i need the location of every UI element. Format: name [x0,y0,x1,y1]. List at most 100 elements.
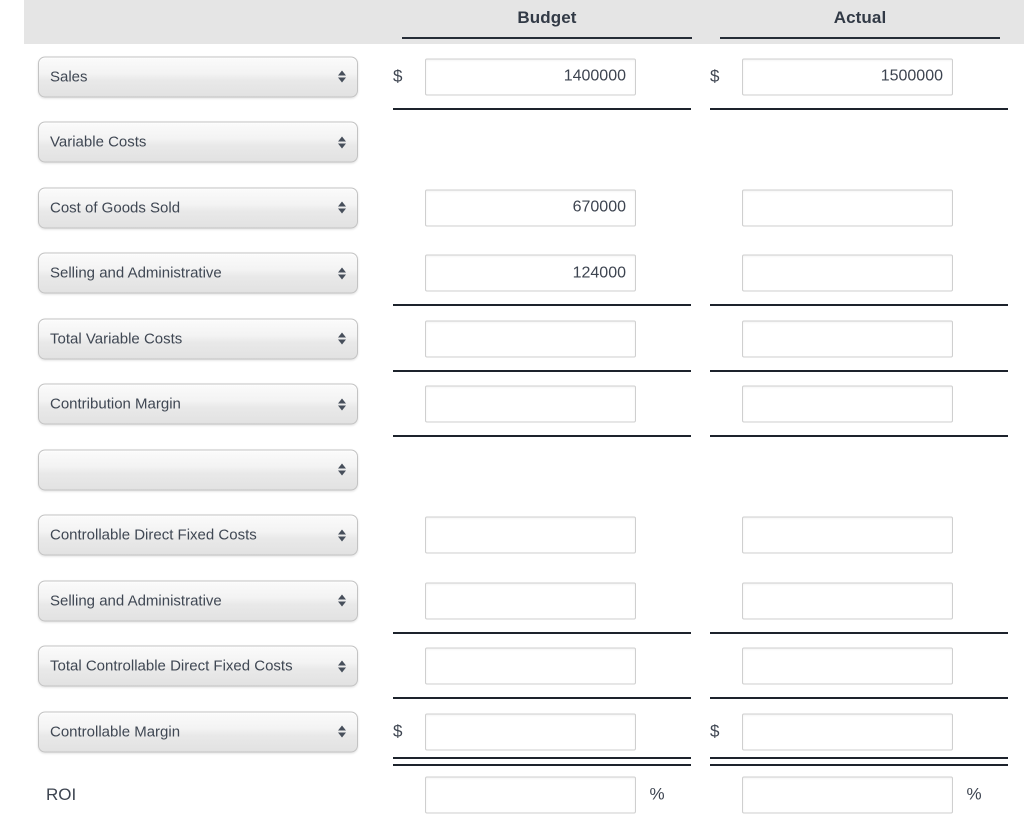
account-select-value: Total Variable Costs [50,330,183,348]
chevron-down-icon [337,339,346,345]
table-row: Cost of Goods Sold $% $% [0,175,1024,241]
actual-input-contribution-margin[interactable] [742,385,953,423]
column-header-budget-rule [402,37,692,39]
budget-cell-cost-of-goods-sold: $% [393,189,674,227]
actual-cell-selling-and-administrative-variable: $% [710,254,991,292]
budget-input-controllable-margin[interactable] [425,713,636,751]
account-select-total-variable-costs[interactable]: Total Variable Costs [38,318,358,360]
budget-cell-selling-and-administrative-variable: $% [393,254,674,292]
actual-cell-contribution-margin: $% [710,385,991,423]
actual-input-roi[interactable] [742,776,953,813]
table-row: Controllable Direct Fixed Costs $% $% [0,503,1024,569]
table-row: Variable Costs [0,110,1024,176]
budget-cell-total-controllable-direct-fixed-costs: $% [393,647,674,685]
budget-input-total-controllable-direct-fixed-costs[interactable] [425,647,636,685]
currency-symbol: $ [710,721,720,741]
chevron-updown-icon [337,657,346,675]
chevron-down-icon [337,208,346,214]
chevron-down-icon [337,536,346,542]
budget-input-roi[interactable] [425,776,636,813]
actual-input-total-controllable-direct-fixed-costs[interactable] [742,647,953,685]
account-select-selling-and-administrative-variable[interactable]: Selling and Administrative [38,252,358,294]
chevron-down-icon [337,601,346,607]
chevron-up-icon [337,201,346,207]
row-label-cell-selling-and-administrative-fixed: Selling and Administrative [38,580,358,622]
budget-input-controllable-direct-fixed-costs[interactable] [425,516,636,554]
table-row: Controllable Margin $% $% [0,699,1024,766]
budget-input-selling-and-administrative-fixed[interactable] [425,582,636,620]
table-row: Total Controllable Direct Fixed Costs $% $… [0,634,1024,699]
column-header-budget-label: Budget [517,8,577,27]
row-label-cell-contribution-margin: Contribution Margin [38,383,358,425]
budget-input-cost-of-goods-sold[interactable] [425,189,636,227]
chevron-updown-icon [337,723,346,741]
chevron-updown-icon [337,199,346,217]
row-label-roi: ROI [46,784,77,804]
actual-input-cost-of-goods-sold[interactable] [742,189,953,227]
actual-cell-total-variable-costs: $% [710,320,991,358]
column-header-actual: Actual [720,0,1000,44]
actual-input-sales[interactable] [742,58,953,96]
actual-input-selling-and-administrative-fixed[interactable] [742,582,953,620]
row-label-cell-selling-and-administrative-variable: Selling and Administrative [38,252,358,294]
chevron-up-icon [337,725,346,731]
chevron-updown-icon [337,461,346,479]
chevron-up-icon [337,594,346,600]
row-label-cell-sales: Sales [38,56,358,98]
chevron-updown-icon [337,133,346,151]
chevron-up-icon [337,398,346,404]
row-label-cell-total-controllable-direct-fixed-costs: Total Controllable Direct Fixed Costs [38,645,358,687]
budget-cell-roi: $% [393,776,674,813]
budget-input-total-variable-costs[interactable] [425,320,636,358]
chevron-updown-icon [337,68,346,86]
chevron-up-icon [337,70,346,76]
actual-input-controllable-margin[interactable] [742,713,953,751]
account-select-controllable-direct-fixed-costs[interactable]: Controllable Direct Fixed Costs [38,514,358,556]
account-select-sales[interactable]: Sales [38,56,358,98]
actual-cell-total-controllable-direct-fixed-costs: $% [710,647,991,685]
actual-cell-roi: $% [710,776,991,813]
row-label-cell-variable-costs: Variable Costs [38,121,358,163]
actual-cell-selling-and-administrative-fixed: $% [710,582,991,620]
account-select-value: Sales [50,68,88,86]
chevron-up-icon [337,136,346,142]
chevron-up-icon [337,332,346,338]
account-select-blank-category[interactable] [38,449,358,491]
account-select-value: Total Controllable Direct Fixed Costs [50,657,293,675]
budget-cell-sales: $% [393,58,674,96]
table-row: Selling and Administrative $% $% [0,241,1024,306]
account-select-contribution-margin[interactable]: Contribution Margin [38,383,358,425]
chevron-down-icon [337,274,346,280]
account-select-value: Cost of Goods Sold [50,199,181,217]
table-row: Contribution Margin $% $% [0,372,1024,437]
account-select-cost-of-goods-sold[interactable]: Cost of Goods Sold [38,187,358,229]
account-select-variable-costs[interactable]: Variable Costs [38,121,358,163]
budget-input-contribution-margin[interactable] [425,385,636,423]
chevron-updown-icon [337,264,346,282]
account-select-value: Contribution Margin [50,395,181,413]
account-select-total-controllable-direct-fixed-costs[interactable]: Total Controllable Direct Fixed Costs [38,645,358,687]
column-header-budget: Budget [402,0,692,44]
table-row: Sales $% $% [0,44,1024,110]
column-header-actual-rule [720,37,1000,39]
row-label-cell-controllable-margin: Controllable Margin [38,711,358,753]
chevron-up-icon [337,660,346,666]
budget-input-sales[interactable] [425,58,636,96]
chevron-down-icon [337,77,346,83]
actual-input-total-variable-costs[interactable] [742,320,953,358]
chevron-up-icon [337,529,346,535]
account-select-value: Selling and Administrative [50,592,222,610]
table-row: ROI $% $% [0,765,1024,825]
chevron-down-icon [337,732,346,738]
actual-input-controllable-direct-fixed-costs[interactable] [742,516,953,554]
actual-input-selling-and-administrative-variable[interactable] [742,254,953,292]
budget-input-selling-and-administrative-variable[interactable] [425,254,636,292]
account-select-value: Controllable Margin [50,723,181,741]
actual-cell-controllable-direct-fixed-costs: $% [710,516,991,554]
percent-symbol: % [966,784,982,804]
account-select-controllable-margin[interactable]: Controllable Margin [38,711,358,753]
chevron-updown-icon [337,592,346,610]
chevron-down-icon [337,405,346,411]
actual-cell-sales: $% [710,58,991,96]
account-select-selling-and-administrative-fixed[interactable]: Selling and Administrative [38,580,358,622]
